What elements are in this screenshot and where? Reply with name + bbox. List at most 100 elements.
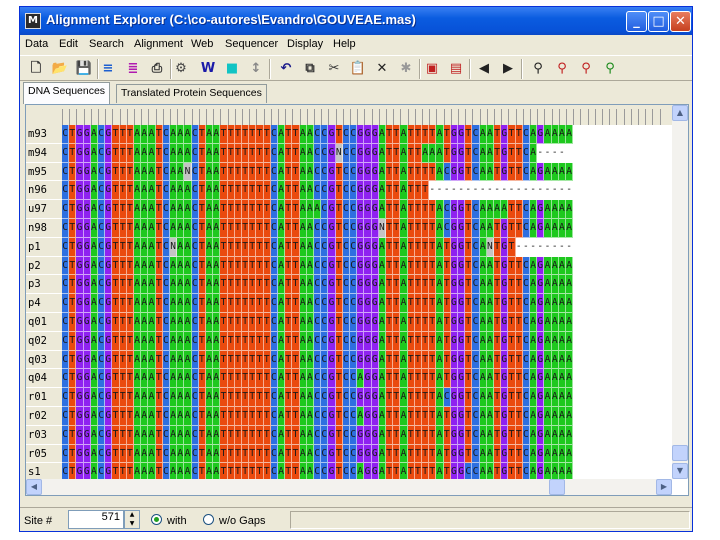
gap-cell[interactable]: - (429, 181, 437, 201)
menu-web[interactable]: Web (191, 38, 213, 50)
base-cell[interactable]: G (83, 143, 91, 163)
base-cell[interactable]: C (62, 237, 70, 257)
base-cell[interactable]: C (522, 143, 530, 163)
base-cell[interactable]: T (220, 444, 228, 464)
vertical-scrollbar[interactable]: ▲ ▼ (672, 105, 688, 479)
base-cell[interactable]: T (234, 237, 242, 257)
base-cell[interactable]: T (393, 237, 401, 257)
base-cell[interactable]: A (177, 219, 185, 238)
base-cell[interactable]: G (450, 313, 458, 332)
base-cell[interactable]: A (566, 444, 574, 464)
base-cell[interactable]: C (321, 200, 329, 219)
base-cell[interactable]: A (544, 125, 552, 144)
base-cell[interactable]: T (508, 143, 516, 163)
base-cell[interactable]: T (119, 407, 127, 426)
base-cell[interactable]: A (278, 331, 286, 351)
base-cell[interactable]: T (69, 388, 77, 407)
base-cell[interactable]: A (170, 256, 178, 276)
base-cell[interactable]: G (458, 143, 466, 163)
base-cell[interactable]: C (443, 388, 451, 407)
horizontal-scroll-thumb[interactable] (549, 479, 565, 495)
base-cell[interactable]: A (544, 162, 552, 182)
base-cell[interactable]: T (292, 444, 300, 464)
base-cell[interactable]: C (191, 125, 199, 144)
base-cell[interactable]: T (515, 313, 523, 332)
base-cell[interactable]: T (249, 256, 257, 276)
base-cell[interactable]: A (544, 294, 552, 313)
base-cell[interactable]: T (292, 256, 300, 276)
base-cell[interactable]: C (350, 294, 358, 313)
base-cell[interactable]: T (515, 331, 523, 351)
base-cell[interactable]: T (393, 369, 401, 389)
base-cell[interactable]: A (141, 331, 149, 351)
add-sequence-icon[interactable]: ▣ (422, 59, 442, 79)
base-cell[interactable]: A (170, 219, 178, 238)
base-cell[interactable]: T (494, 388, 502, 407)
base-cell[interactable]: T (234, 331, 242, 351)
base-cell[interactable]: A (306, 162, 314, 182)
sequence-name[interactable]: m94 (26, 143, 62, 163)
base-cell[interactable]: T (335, 162, 343, 182)
base-cell[interactable]: C (98, 444, 106, 464)
base-cell[interactable]: T (242, 369, 250, 389)
base-cell[interactable]: A (134, 181, 142, 201)
base-cell[interactable]: T (155, 425, 163, 445)
base-cell[interactable]: T (242, 125, 250, 144)
sequence-name[interactable]: p2 (26, 256, 62, 276)
base-cell[interactable]: A (206, 331, 214, 351)
base-cell[interactable]: T (393, 388, 401, 407)
base-cell[interactable]: T (407, 369, 415, 389)
base-cell[interactable]: A (306, 369, 314, 389)
base-cell[interactable]: T (126, 275, 134, 295)
base-cell[interactable]: T (515, 425, 523, 445)
base-cell[interactable]: T (198, 162, 206, 182)
base-cell[interactable]: A (299, 425, 307, 445)
base-cell[interactable]: A (141, 162, 149, 182)
base-cell[interactable]: A (436, 294, 444, 313)
base-cell[interactable]: T (393, 219, 401, 238)
gap-cell[interactable]: - (522, 237, 530, 257)
base-cell[interactable]: A (206, 162, 214, 182)
base-cell[interactable]: C (314, 294, 322, 313)
base-cell[interactable]: T (126, 350, 134, 370)
base-cell[interactable]: G (105, 313, 113, 332)
base-cell[interactable]: T (256, 237, 264, 257)
base-cell[interactable]: T (414, 313, 422, 332)
base-cell[interactable]: C (350, 444, 358, 464)
copy-icon[interactable]: ⧉ (300, 59, 320, 79)
base-cell[interactable]: G (458, 331, 466, 351)
base-cell[interactable]: T (393, 350, 401, 370)
base-cell[interactable]: A (90, 200, 98, 219)
base-cell[interactable]: T (249, 219, 257, 238)
gap-cell[interactable]: - (443, 181, 451, 201)
base-cell[interactable]: G (364, 125, 372, 144)
sequence-name[interactable]: p1 (26, 237, 62, 257)
base-cell[interactable]: C (270, 143, 278, 163)
base-cell[interactable]: G (83, 275, 91, 295)
base-cell[interactable]: T (227, 388, 235, 407)
base-cell[interactable]: T (292, 162, 300, 182)
base-cell[interactable]: A (90, 143, 98, 163)
base-cell[interactable]: T (242, 275, 250, 295)
base-cell[interactable]: G (105, 407, 113, 426)
base-cell[interactable]: T (119, 162, 127, 182)
base-cell[interactable]: A (566, 407, 574, 426)
base-cell[interactable]: C (321, 162, 329, 182)
base-cell[interactable]: C (191, 388, 199, 407)
base-cell[interactable]: G (105, 237, 113, 257)
base-cell[interactable]: A (378, 181, 386, 201)
sequence-name[interactable]: r01 (26, 388, 62, 407)
base-cell[interactable]: T (285, 331, 293, 351)
base-cell[interactable]: T (508, 125, 516, 144)
base-cell[interactable]: T (227, 444, 235, 464)
base-cell[interactable]: C (472, 444, 480, 464)
base-cell[interactable]: G (501, 407, 509, 426)
base-cell[interactable]: T (112, 331, 120, 351)
base-cell[interactable]: T (220, 162, 228, 182)
base-cell[interactable]: G (357, 181, 365, 201)
base-cell[interactable]: T (249, 143, 257, 163)
base-cell[interactable]: T (422, 275, 430, 295)
base-cell[interactable]: G (357, 256, 365, 276)
base-cell[interactable]: T (515, 388, 523, 407)
base-cell[interactable]: T (292, 313, 300, 332)
